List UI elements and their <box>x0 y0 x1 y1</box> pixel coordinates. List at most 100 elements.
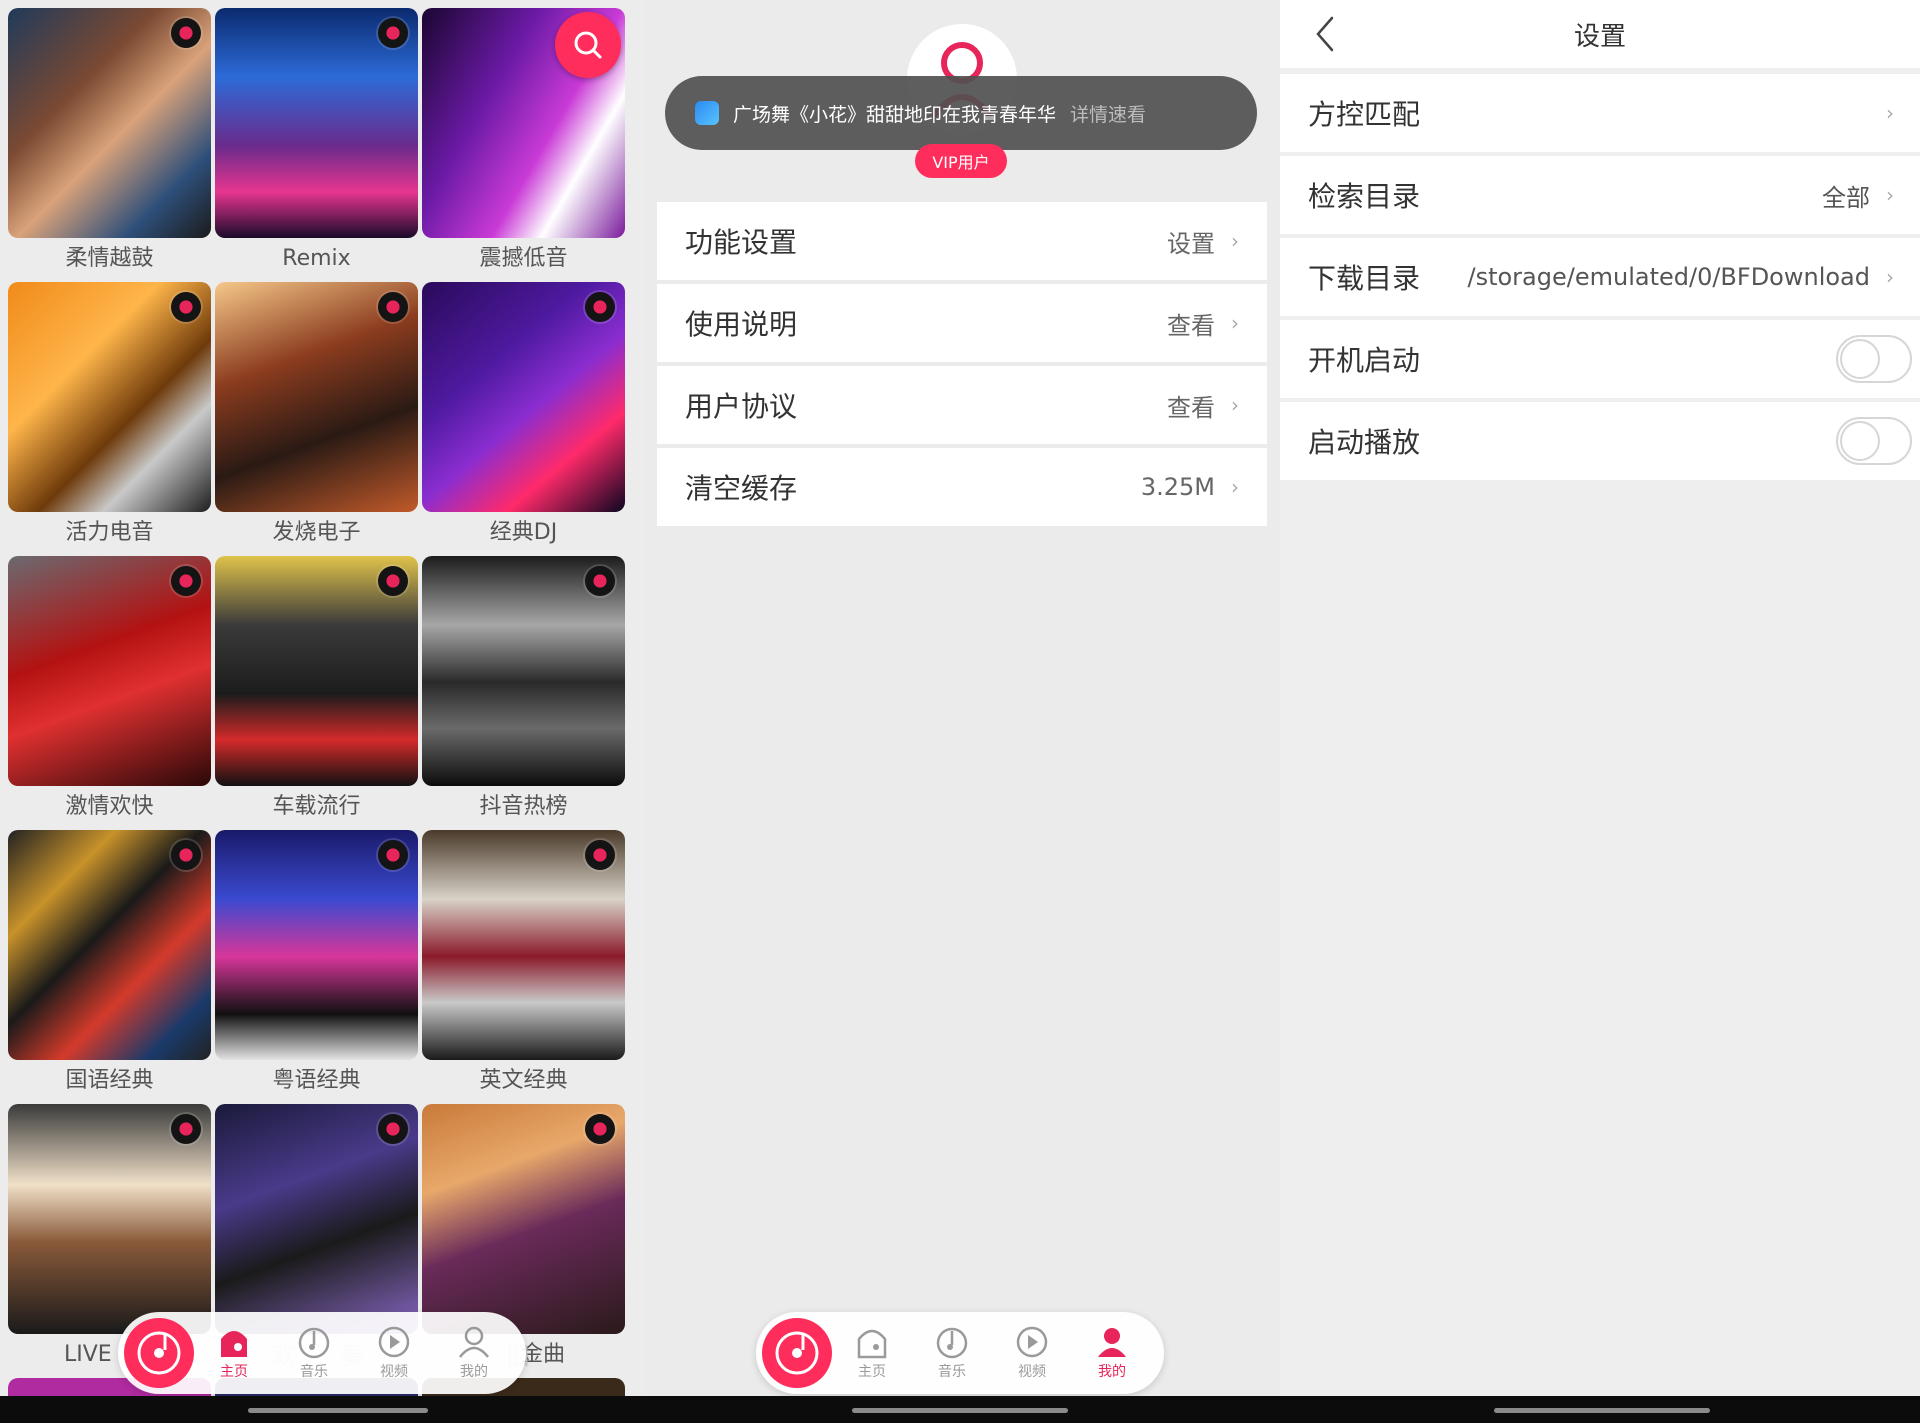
genre-label: 经典DJ <box>489 520 558 545</box>
autoplay-toggle[interactable] <box>1836 417 1912 465</box>
settings-row-label: 启动播放 <box>1308 426 1421 459</box>
settings-row-value: /storage/emulated/0/BFDownload <box>1467 263 1871 291</box>
genre-thumbnail <box>422 282 625 512</box>
menu-item-value: 设置 <box>1167 229 1215 258</box>
genre-label: 国语经典 <box>65 1068 154 1093</box>
news-detail-link[interactable]: 详情速看 <box>1070 100 1146 127</box>
disc-icon <box>137 1331 181 1375</box>
tab-label: 视频 <box>1018 1364 1046 1380</box>
tab-mine[interactable]: 我的 <box>434 1325 514 1381</box>
screen: 柔情越鼓 Remix 震撼低音 活力电音 发烧电子 经典DJ 激情欢快 车载流行… <box>0 0 1920 1423</box>
genre-card[interactable]: 英文经典 <box>422 830 625 1104</box>
vinyl-icon <box>585 566 615 596</box>
genre-thumbnail <box>215 1104 418 1334</box>
settings-row-label: 检索目录 <box>1308 180 1421 213</box>
settings-row-label: 方控匹配 <box>1308 98 1421 131</box>
vinyl-icon <box>171 292 201 322</box>
vip-badge: VIP用户 <box>915 144 1007 178</box>
tab-music[interactable]: 音乐 <box>274 1325 354 1381</box>
settings-row-search-dir[interactable]: 检索目录 全部 › <box>1280 156 1920 234</box>
vinyl-icon <box>171 840 201 870</box>
genre-card[interactable]: 粤语经典 <box>215 830 418 1104</box>
vinyl-icon <box>378 566 408 596</box>
tab-video[interactable]: 视频 <box>992 1325 1072 1381</box>
genre-card[interactable]: 活力电音 <box>8 282 211 556</box>
genre-label: 车载流行 <box>272 794 361 819</box>
news-banner[interactable]: 广场舞《小花》甜甜地印在我青春年华 详情速看 <box>665 76 1257 150</box>
genre-label: Remix <box>282 246 351 271</box>
tab-mine[interactable]: 我的 <box>1072 1325 1152 1381</box>
tab-home[interactable]: 主页 <box>194 1325 274 1381</box>
genre-card[interactable]: 经典DJ <box>422 282 625 556</box>
chevron-right-icon: › <box>1231 475 1239 499</box>
genre-card[interactable]: 国语经典 <box>8 830 211 1104</box>
home-panel: 柔情越鼓 Remix 震撼低音 活力电音 发烧电子 经典DJ 激情欢快 车载流行… <box>0 0 645 1396</box>
genre-label: 活力电音 <box>65 520 154 545</box>
tab-music[interactable]: 音乐 <box>912 1325 992 1381</box>
menu-item-user-agreement[interactable]: 用户协议 查看 › <box>657 366 1267 444</box>
play-icon <box>1016 1326 1048 1358</box>
genre-thumbnail <box>215 282 418 512</box>
music-icon <box>936 1327 968 1359</box>
play-icon <box>378 1326 410 1358</box>
tab-label: 我的 <box>460 1364 488 1380</box>
now-playing-button[interactable] <box>762 1318 832 1388</box>
tab-label: 音乐 <box>300 1364 328 1380</box>
genre-thumbnail <box>422 8 625 238</box>
genre-card[interactable]: 抖音热榜 <box>422 556 625 830</box>
menu-item-value: 3.25M <box>1140 473 1215 501</box>
menu-item-instructions[interactable]: 使用说明 查看 › <box>657 284 1267 362</box>
settings-row-download-dir[interactable]: 下载目录 /storage/emulated/0/BFDownload › <box>1280 238 1920 316</box>
tab-home[interactable]: 主页 <box>832 1325 912 1381</box>
genre-thumbnail <box>215 556 418 786</box>
tab-label: 主页 <box>220 1364 248 1380</box>
genre-thumbnail <box>422 830 625 1060</box>
menu-item-value: 查看 <box>1167 393 1215 422</box>
genre-card[interactable]: 柔情越鼓 <box>8 8 211 282</box>
vinyl-icon <box>378 1114 408 1144</box>
search-icon <box>574 31 602 59</box>
genre-thumbnail <box>422 1104 625 1334</box>
genre-card[interactable]: 车载流行 <box>215 556 418 830</box>
genre-card[interactable]: 震撼低音 <box>422 8 625 282</box>
chevron-right-icon: › <box>1231 393 1239 417</box>
vinyl-icon <box>585 840 615 870</box>
user-icon <box>459 1326 489 1358</box>
genre-card[interactable]: 激情欢快 <box>8 556 211 830</box>
gesture-handle[interactable] <box>248 1408 428 1413</box>
vinyl-icon <box>378 292 408 322</box>
gesture-handle[interactable] <box>852 1408 1068 1413</box>
profile-menu: 功能设置 设置 › 使用说明 查看 › 用户协议 查看 › 清空缓存 3.25M… <box>657 202 1267 530</box>
menu-item-label: 用户协议 <box>685 390 798 423</box>
menu-item-value: 查看 <box>1167 311 1215 340</box>
menu-item-label: 清空缓存 <box>685 472 798 505</box>
now-playing-button[interactable] <box>124 1318 194 1388</box>
autostart-toggle[interactable] <box>1836 335 1912 383</box>
genre-thumbnail <box>8 556 211 786</box>
vinyl-icon <box>171 18 201 48</box>
news-text: 广场舞《小花》甜甜地印在我青春年华 <box>733 103 1057 126</box>
news-icon <box>695 101 719 125</box>
genre-card[interactable]: Remix <box>215 8 418 282</box>
genre-card[interactable]: 发烧电子 <box>215 282 418 556</box>
disc-icon <box>775 1331 819 1375</box>
tab-video[interactable]: 视频 <box>354 1325 434 1381</box>
home-icon <box>857 1329 887 1359</box>
gesture-handle[interactable] <box>1494 1408 1710 1413</box>
search-button[interactable] <box>555 12 621 78</box>
vinyl-icon <box>378 840 408 870</box>
settings-panel: 设置 方控匹配 › 检索目录 全部 › 下载目录 /storage/emulat… <box>1280 0 1920 1396</box>
genre-label: 英文经典 <box>479 1068 568 1093</box>
menu-item-clear-cache[interactable]: 清空缓存 3.25M › <box>657 448 1267 526</box>
chevron-right-icon: › <box>1886 183 1894 207</box>
vinyl-icon <box>585 292 615 322</box>
settings-row-label: 开机启动 <box>1308 344 1421 377</box>
bottom-nav: 主页 音乐 视频 我的 <box>118 1312 526 1394</box>
genre-label: 粤语经典 <box>272 1068 361 1093</box>
settings-row-key-matching[interactable]: 方控匹配 › <box>1280 74 1920 152</box>
bottom-nav: 主页 音乐 视频 我的 <box>756 1312 1164 1394</box>
genre-label: 震撼低音 <box>479 246 568 271</box>
genre-label: 激情欢快 <box>65 794 154 819</box>
genre-thumbnail <box>8 830 211 1060</box>
menu-item-function-settings[interactable]: 功能设置 设置 › <box>657 202 1267 280</box>
